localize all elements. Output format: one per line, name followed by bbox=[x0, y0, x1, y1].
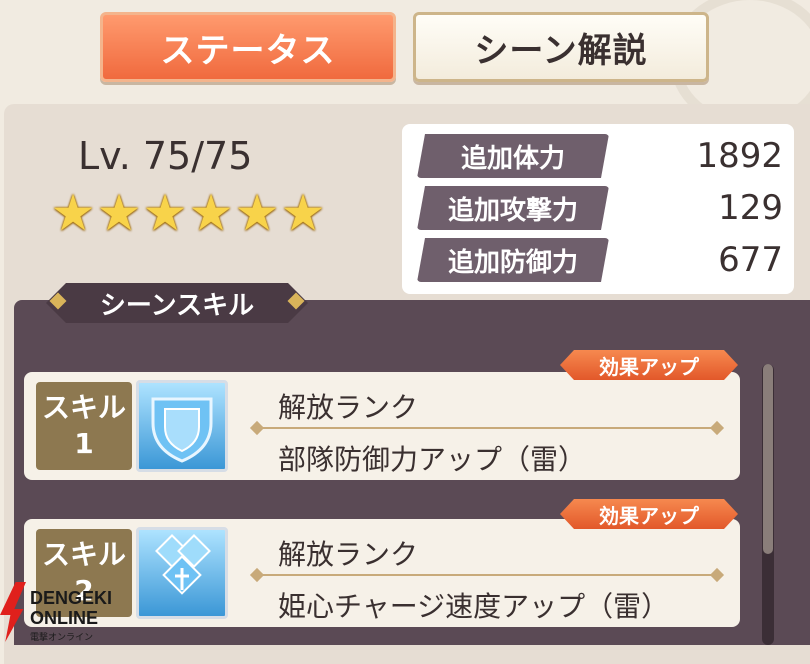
stat-label: 追加体力 bbox=[417, 134, 609, 178]
star-icon: ★ bbox=[142, 184, 188, 242]
skill-description: 姫心チャージ速度アップ（雷） bbox=[278, 590, 670, 623]
watermark-line1: DENGEKI bbox=[30, 588, 113, 608]
level-text: Lv. 75/75 bbox=[78, 134, 253, 178]
star-icon: ★ bbox=[188, 184, 234, 242]
lightning-icon bbox=[0, 582, 26, 642]
rarity-stars: ★ ★ ★ ★ ★ ★ bbox=[50, 184, 326, 242]
scrollbar[interactable] bbox=[762, 364, 774, 645]
scene-skill-title: シーンスキル bbox=[99, 290, 255, 321]
stat-value: 677 bbox=[718, 240, 783, 280]
stat-row-hp: 追加体力 1892 bbox=[417, 134, 787, 178]
divider bbox=[252, 427, 722, 429]
stat-label: 追加攻撃力 bbox=[417, 186, 609, 230]
skill-description: 部隊防御力アップ（雷） bbox=[278, 443, 587, 476]
divider bbox=[252, 574, 722, 576]
watermark-line2: ONLINE bbox=[30, 608, 99, 628]
shield-icon bbox=[136, 380, 228, 472]
dengeki-online-watermark: DENGEKI ONLINE 電撃オンライン bbox=[0, 582, 130, 645]
stat-box: 追加体力 1892 追加攻撃力 129 追加防御力 677 bbox=[402, 124, 794, 294]
tab-status[interactable]: ステータス bbox=[100, 12, 396, 82]
scene-skill-header: シーンスキル bbox=[46, 283, 308, 323]
skill-title: 解放ランク bbox=[278, 391, 419, 424]
skill-num: 1 bbox=[74, 427, 94, 460]
effect-up-badge: 効果アップ bbox=[560, 499, 738, 529]
skill-card-1[interactable]: スキル 1 解放ランク 部隊防御力アップ（雷） bbox=[24, 372, 740, 480]
effect-up-badge: 効果アップ bbox=[560, 350, 738, 380]
star-icon: ★ bbox=[280, 184, 326, 242]
star-icon: ★ bbox=[234, 184, 280, 242]
star-icon: ★ bbox=[96, 184, 142, 242]
skill-num-label: スキル bbox=[41, 538, 126, 571]
skill-number-badge: スキル 1 bbox=[36, 382, 132, 470]
skill-num-label: スキル bbox=[41, 391, 126, 424]
scroll-thumb[interactable] bbox=[763, 364, 773, 554]
skill-card-2[interactable]: スキル 2 解放ランク 姫心チャージ速度アップ（雷） bbox=[24, 519, 740, 627]
tab-scene-description[interactable]: シーン解説 bbox=[413, 12, 709, 82]
stat-value: 129 bbox=[718, 188, 783, 228]
stat-value: 1892 bbox=[696, 136, 783, 176]
stat-label: 追加防御力 bbox=[417, 238, 609, 282]
heart-charge-icon bbox=[136, 527, 228, 619]
stat-row-attack: 追加攻撃力 129 bbox=[417, 186, 787, 230]
stat-row-defense: 追加防御力 677 bbox=[417, 238, 787, 282]
skill-title: 解放ランク bbox=[278, 538, 419, 571]
star-icon: ★ bbox=[50, 184, 96, 242]
watermark-line3: 電撃オンライン bbox=[30, 632, 94, 642]
